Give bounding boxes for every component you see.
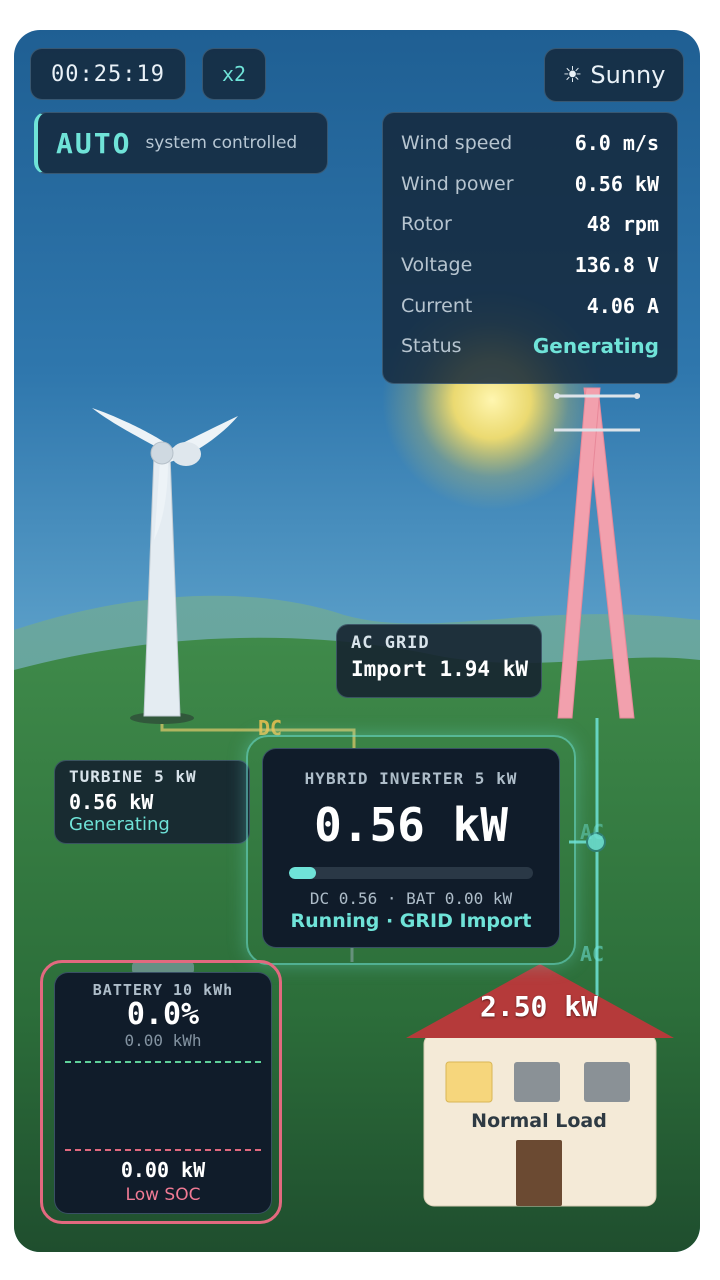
house-load-value: 2.50 kW — [479, 990, 598, 1023]
simulation-clock: 00:25:19 — [30, 48, 186, 100]
sun-icon: ☀ — [562, 62, 583, 88]
stat-value: 4.06 A — [586, 293, 659, 318]
turbine-title: TURBINE 5 kW — [69, 767, 197, 786]
window-lit — [445, 1061, 493, 1103]
house-door — [516, 1140, 562, 1206]
stat-value: 136.8 V — [574, 253, 659, 278]
inverter-power: 0.56 kW — [314, 798, 508, 852]
hybrid-inverter-panel[interactable]: HYBRID INVERTER 5 kW 0.56 kW DC 0.56 · B… — [262, 748, 560, 948]
stat-value: 0.56 kW — [574, 171, 659, 196]
ac-grid-label: AC GRID Import 1.94 kW — [336, 624, 542, 698]
ac-grid-title: AC GRID — [351, 633, 430, 653]
turbine-power: 0.56 kW — [69, 790, 154, 814]
battery-max-line — [65, 1061, 261, 1063]
mode-sub-label: system controlled — [145, 133, 298, 153]
mode-label: AUTO — [56, 126, 132, 160]
stat-value: 6.0 m/s — [574, 131, 659, 156]
stat-label: Status — [401, 335, 462, 358]
inverter-status: Running · GRID Import — [290, 910, 532, 932]
inverter-title: HYBRID INVERTER 5 kW — [304, 769, 518, 788]
stat-label: Voltage — [401, 254, 473, 277]
stat-row-voltage: Voltage 136.8 V — [401, 245, 659, 286]
stat-label: Rotor — [401, 213, 452, 236]
ac-flow-label: AC — [580, 820, 605, 844]
stat-label: Wind speed — [401, 132, 513, 155]
weather-button[interactable]: ☀ Sunny — [544, 48, 684, 102]
simulation-frame: 00:25:19 x2 ☀ Sunny AUTO system controll… — [14, 30, 700, 1252]
house-load-label: Normal Load — [471, 1110, 607, 1132]
turbine-status: Generating — [69, 814, 170, 835]
battery-min-line — [65, 1149, 261, 1151]
stat-value: 48 rpm — [586, 212, 659, 237]
inverter-detail: DC 0.56 · BAT 0.00 kW — [309, 889, 513, 908]
ac-grid-value: Import 1.94 kW — [351, 657, 529, 681]
turbine-label: TURBINE 5 kW 0.56 kW Generating — [54, 760, 250, 844]
stat-label: Wind power — [401, 172, 514, 195]
turbine-stats-panel: Wind speed 6.0 m/s Wind power 0.56 kW Ro… — [382, 112, 678, 384]
battery-power: 0.00 kW — [120, 1158, 206, 1182]
battery-soc: 0.0% — [126, 997, 200, 1032]
stat-label: Current — [401, 294, 473, 317]
battery-panel[interactable]: BATTERY 10 kWh 0.0% 0.00 kWh 0.00 kW Low… — [54, 972, 272, 1214]
mode-toggle[interactable]: AUTO system controlled — [34, 112, 328, 174]
battery-status: Low SOC — [125, 1185, 201, 1205]
stat-row-status: Status Generating — [401, 326, 659, 367]
inverter-load-fill — [289, 867, 316, 879]
status-value: Generating — [532, 334, 659, 359]
stat-row-wind-speed: Wind speed 6.0 m/s — [401, 123, 659, 164]
window-dark — [514, 1062, 560, 1102]
weather-label: Sunny — [590, 61, 666, 89]
inverter-load-bar — [289, 867, 533, 879]
window-dark — [584, 1062, 630, 1102]
speed-multiplier-button[interactable]: x2 — [202, 48, 266, 100]
stat-row-wind-power: Wind power 0.56 kW — [401, 164, 659, 205]
stat-row-rotor: Rotor 48 rpm — [401, 204, 659, 245]
battery-energy: 0.00 kWh — [124, 1031, 202, 1050]
ac-flow-label: AC — [580, 942, 605, 966]
stat-row-current: Current 4.06 A — [401, 285, 659, 326]
